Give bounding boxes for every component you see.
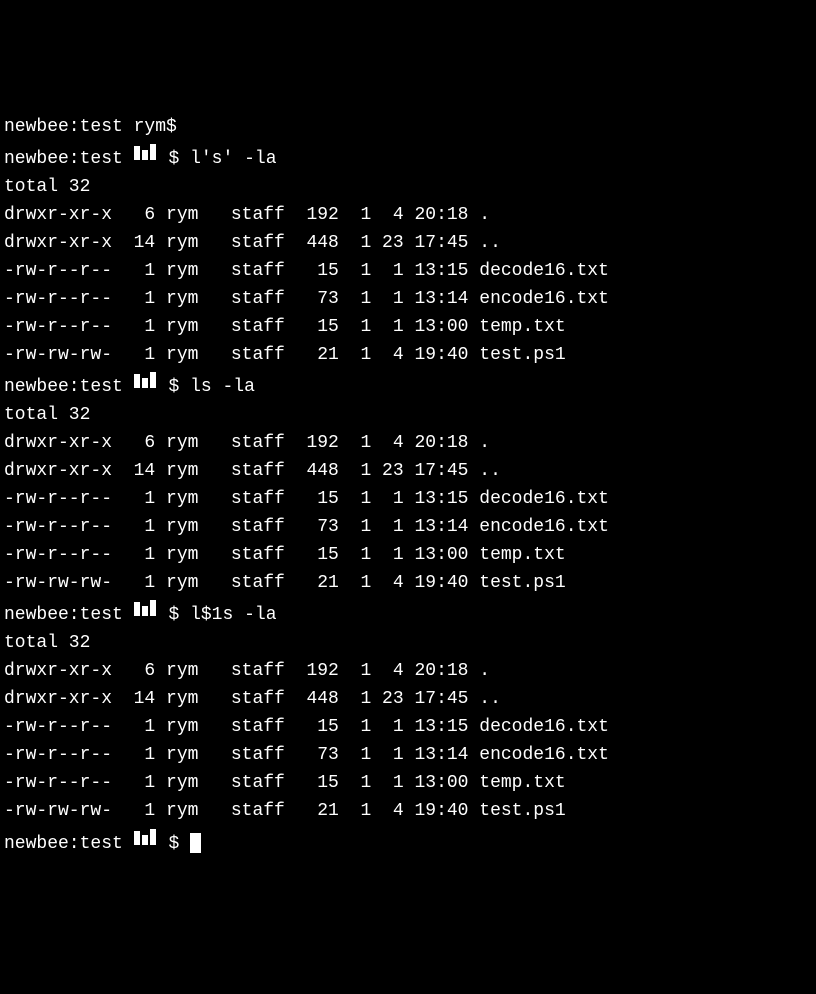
file-row: -rw-r--r-- 1 rym staff 15 1 1 13:00 temp…: [4, 770, 812, 798]
prompt-line: newbee:test $ l's' -la: [4, 141, 812, 174]
terminal-output[interactable]: newbee:test rym$newbee:test $ l's' -lato…: [4, 114, 812, 859]
partial-top-line: newbee:test rym$: [4, 114, 812, 142]
prompt-line: newbee:test $ ls -la: [4, 369, 812, 402]
obscured-user-text: [134, 599, 158, 627]
file-row: -rw-rw-rw- 1 rym staff 21 1 4 19:40 test…: [4, 570, 812, 598]
prompt-dollar: $: [168, 605, 179, 625]
file-row: -rw-r--r-- 1 rym staff 15 1 1 13:00 temp…: [4, 542, 812, 570]
command-text: l's' -la: [190, 149, 276, 169]
total-line: total 32: [4, 174, 812, 202]
prompt-line: newbee:test $: [4, 826, 812, 859]
file-row: -rw-r--r-- 1 rym staff 15 1 1 13:15 deco…: [4, 258, 812, 286]
file-row: drwxr-xr-x 14 rym staff 448 1 23 17:45 .…: [4, 686, 812, 714]
prompt-host: newbee:test: [4, 833, 123, 853]
file-row: drwxr-xr-x 14 rym staff 448 1 23 17:45 .…: [4, 230, 812, 258]
file-row: -rw-r--r-- 1 rym staff 73 1 1 13:14 enco…: [4, 514, 812, 542]
prompt-dollar: $: [168, 377, 179, 397]
total-line: total 32: [4, 402, 812, 430]
file-row: -rw-r--r-- 1 rym staff 73 1 1 13:14 enco…: [4, 286, 812, 314]
prompt-host: newbee:test: [4, 149, 123, 169]
file-row: drwxr-xr-x 6 rym staff 192 1 4 20:18 .: [4, 430, 812, 458]
prompt-dollar: $: [168, 149, 179, 169]
file-row: drwxr-xr-x 6 rym staff 192 1 4 20:18 .: [4, 658, 812, 686]
command-text: ls -la: [190, 377, 255, 397]
cursor: [190, 833, 201, 853]
file-row: -rw-r--r-- 1 rym staff 15 1 1 13:15 deco…: [4, 486, 812, 514]
obscured-user-text: [134, 371, 158, 399]
prompt-host: newbee:test: [4, 377, 123, 397]
obscured-user-text: [134, 143, 158, 171]
obscured-user-text: [134, 828, 158, 856]
prompt-host: newbee:test: [4, 605, 123, 625]
file-row: -rw-r--r-- 1 rym staff 73 1 1 13:14 enco…: [4, 742, 812, 770]
file-row: -rw-rw-rw- 1 rym staff 21 1 4 19:40 test…: [4, 798, 812, 826]
file-row: -rw-rw-rw- 1 rym staff 21 1 4 19:40 test…: [4, 342, 812, 370]
prompt-dollar: $: [168, 833, 179, 853]
prompt-line: newbee:test $ l$1s -la: [4, 597, 812, 630]
total-line: total 32: [4, 630, 812, 658]
file-row: drwxr-xr-x 6 rym staff 192 1 4 20:18 .: [4, 202, 812, 230]
file-row: -rw-r--r-- 1 rym staff 15 1 1 13:15 deco…: [4, 714, 812, 742]
command-text: l$1s -la: [190, 605, 276, 625]
file-row: drwxr-xr-x 14 rym staff 448 1 23 17:45 .…: [4, 458, 812, 486]
file-row: -rw-r--r-- 1 rym staff 15 1 1 13:00 temp…: [4, 314, 812, 342]
